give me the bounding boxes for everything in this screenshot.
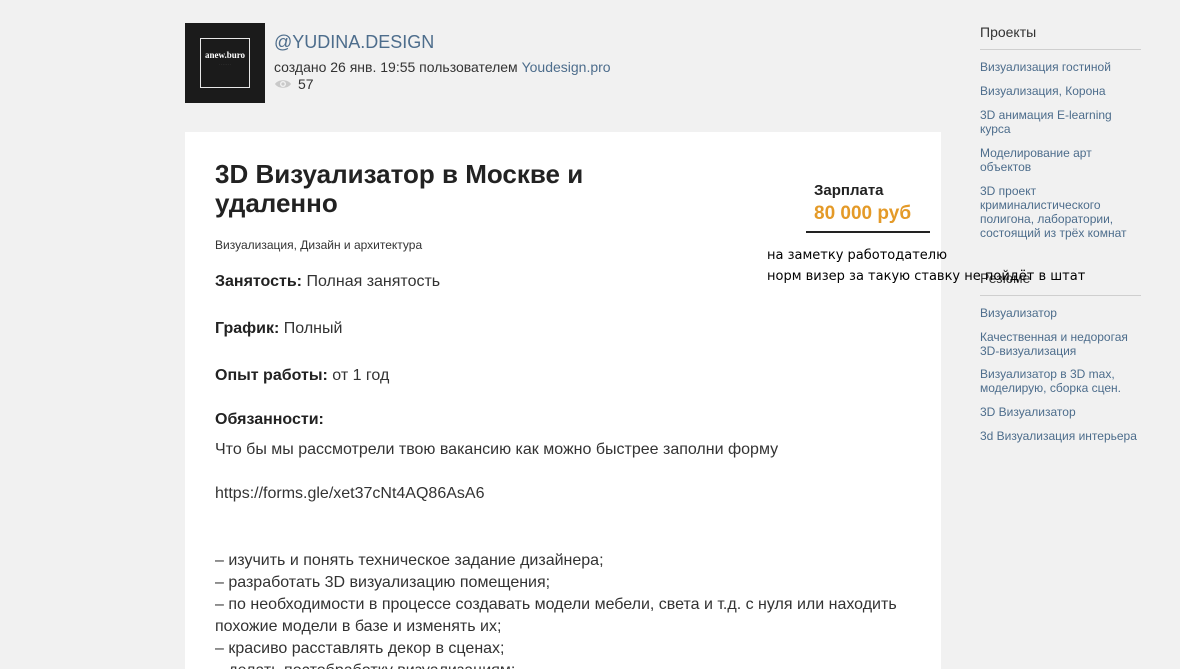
projects-heading: Проекты [980, 24, 1037, 40]
project-link[interactable]: 3D анимация E-learning курса [980, 108, 1141, 136]
list-item: – делать постобработку визуализациям; [215, 660, 897, 669]
duties-heading-text: Обязанности: [215, 411, 324, 428]
annotation-note: на заметку работодателю норм визер за та… [767, 245, 1085, 287]
list-item: – разработать 3D визуализацию помещения; [215, 574, 551, 591]
experience-label: Опыт работы: [215, 367, 328, 384]
salary-value: 80 000 руб [814, 203, 912, 224]
list-item: – красиво расставлять декор в сценах; [215, 640, 505, 657]
resume-link[interactable]: 3D Визуализатор [980, 405, 1141, 419]
project-link[interactable]: Визуализация, Корона [980, 84, 1141, 98]
duties-intro: Что бы мы рассмотрели твою вакансию как … [215, 441, 779, 458]
resume-link[interactable]: Визуализатор в 3D max, моделирую, сборка… [980, 367, 1141, 395]
form-link[interactable]: https://forms.gle/xet37cNt4AQ86AsA6 [215, 485, 484, 503]
list-item: – по необходимости в процессе создавать … [215, 596, 897, 613]
logo-subtext: · · · · · · · [219, 62, 231, 66]
experience-field: Опыт работы: от 1 год [215, 367, 389, 385]
resume-link[interactable]: Визуализатор [980, 306, 1141, 320]
meta-user-link[interactable]: Youdesign.pro [522, 59, 611, 75]
project-link[interactable]: Моделирование арт объектов [980, 146, 1141, 174]
resume-divider [980, 295, 1141, 296]
schedule-value: Полный [283, 320, 343, 337]
resume-link[interactable]: 3d Визуализация интерьера [980, 429, 1141, 443]
vacancy-title: 3D Визуализатор в Москве и удаленно [215, 159, 584, 218]
view-count-value: 57 [298, 76, 314, 92]
vacancy-category: Визуализация, Дизайн и архитектура [215, 238, 423, 252]
salary-underline [806, 231, 930, 233]
employment-value: Полная занятость [306, 273, 441, 290]
page: anew.buro · · · · · · · @YUDINA.DESIGN с… [0, 0, 1180, 669]
project-link[interactable]: Визуализация гостиной [980, 60, 1141, 74]
employment-field: Занятость: Полная занятость [215, 273, 440, 291]
logo-text: anew.buro [204, 50, 246, 60]
resume-link[interactable]: Качественная и недорогая 3D-визуализация [980, 330, 1141, 358]
projects-divider [980, 49, 1141, 50]
duties-list: – изучить и понять техническое задание д… [215, 550, 897, 669]
list-item: похожие модели в базе и изменять их; [215, 618, 502, 635]
salary-label: Зарплата [814, 182, 884, 199]
annotation-line-1: на заметку работодателю [767, 248, 948, 263]
post-meta: создано 26 янв. 19:55 пользователем Youd… [274, 59, 611, 75]
eye-icon [275, 80, 291, 88]
view-count: 57 [274, 76, 314, 92]
duties-heading: Обязанности: [215, 411, 324, 429]
schedule-label: График: [215, 320, 280, 337]
author-link[interactable]: @YUDINA.DESIGN [274, 32, 434, 53]
experience-value: от 1 год [332, 367, 390, 384]
annotation-line-2: норм визер за такую ставку не пойдёт в ш… [767, 269, 1086, 284]
employment-label: Занятость: [215, 273, 303, 290]
vacancy-card: 3D Визуализатор в Москве и удаленно Визу… [185, 132, 941, 669]
schedule-field: График: Полный [215, 320, 342, 338]
meta-prefix: создано 26 янв. 19:55 пользователем [274, 59, 518, 75]
project-link[interactable]: 3D проект криминалистического полигона, … [980, 184, 1141, 240]
company-logo[interactable]: anew.buro · · · · · · · [185, 23, 265, 103]
list-item: – изучить и понять техническое задание д… [215, 552, 604, 569]
